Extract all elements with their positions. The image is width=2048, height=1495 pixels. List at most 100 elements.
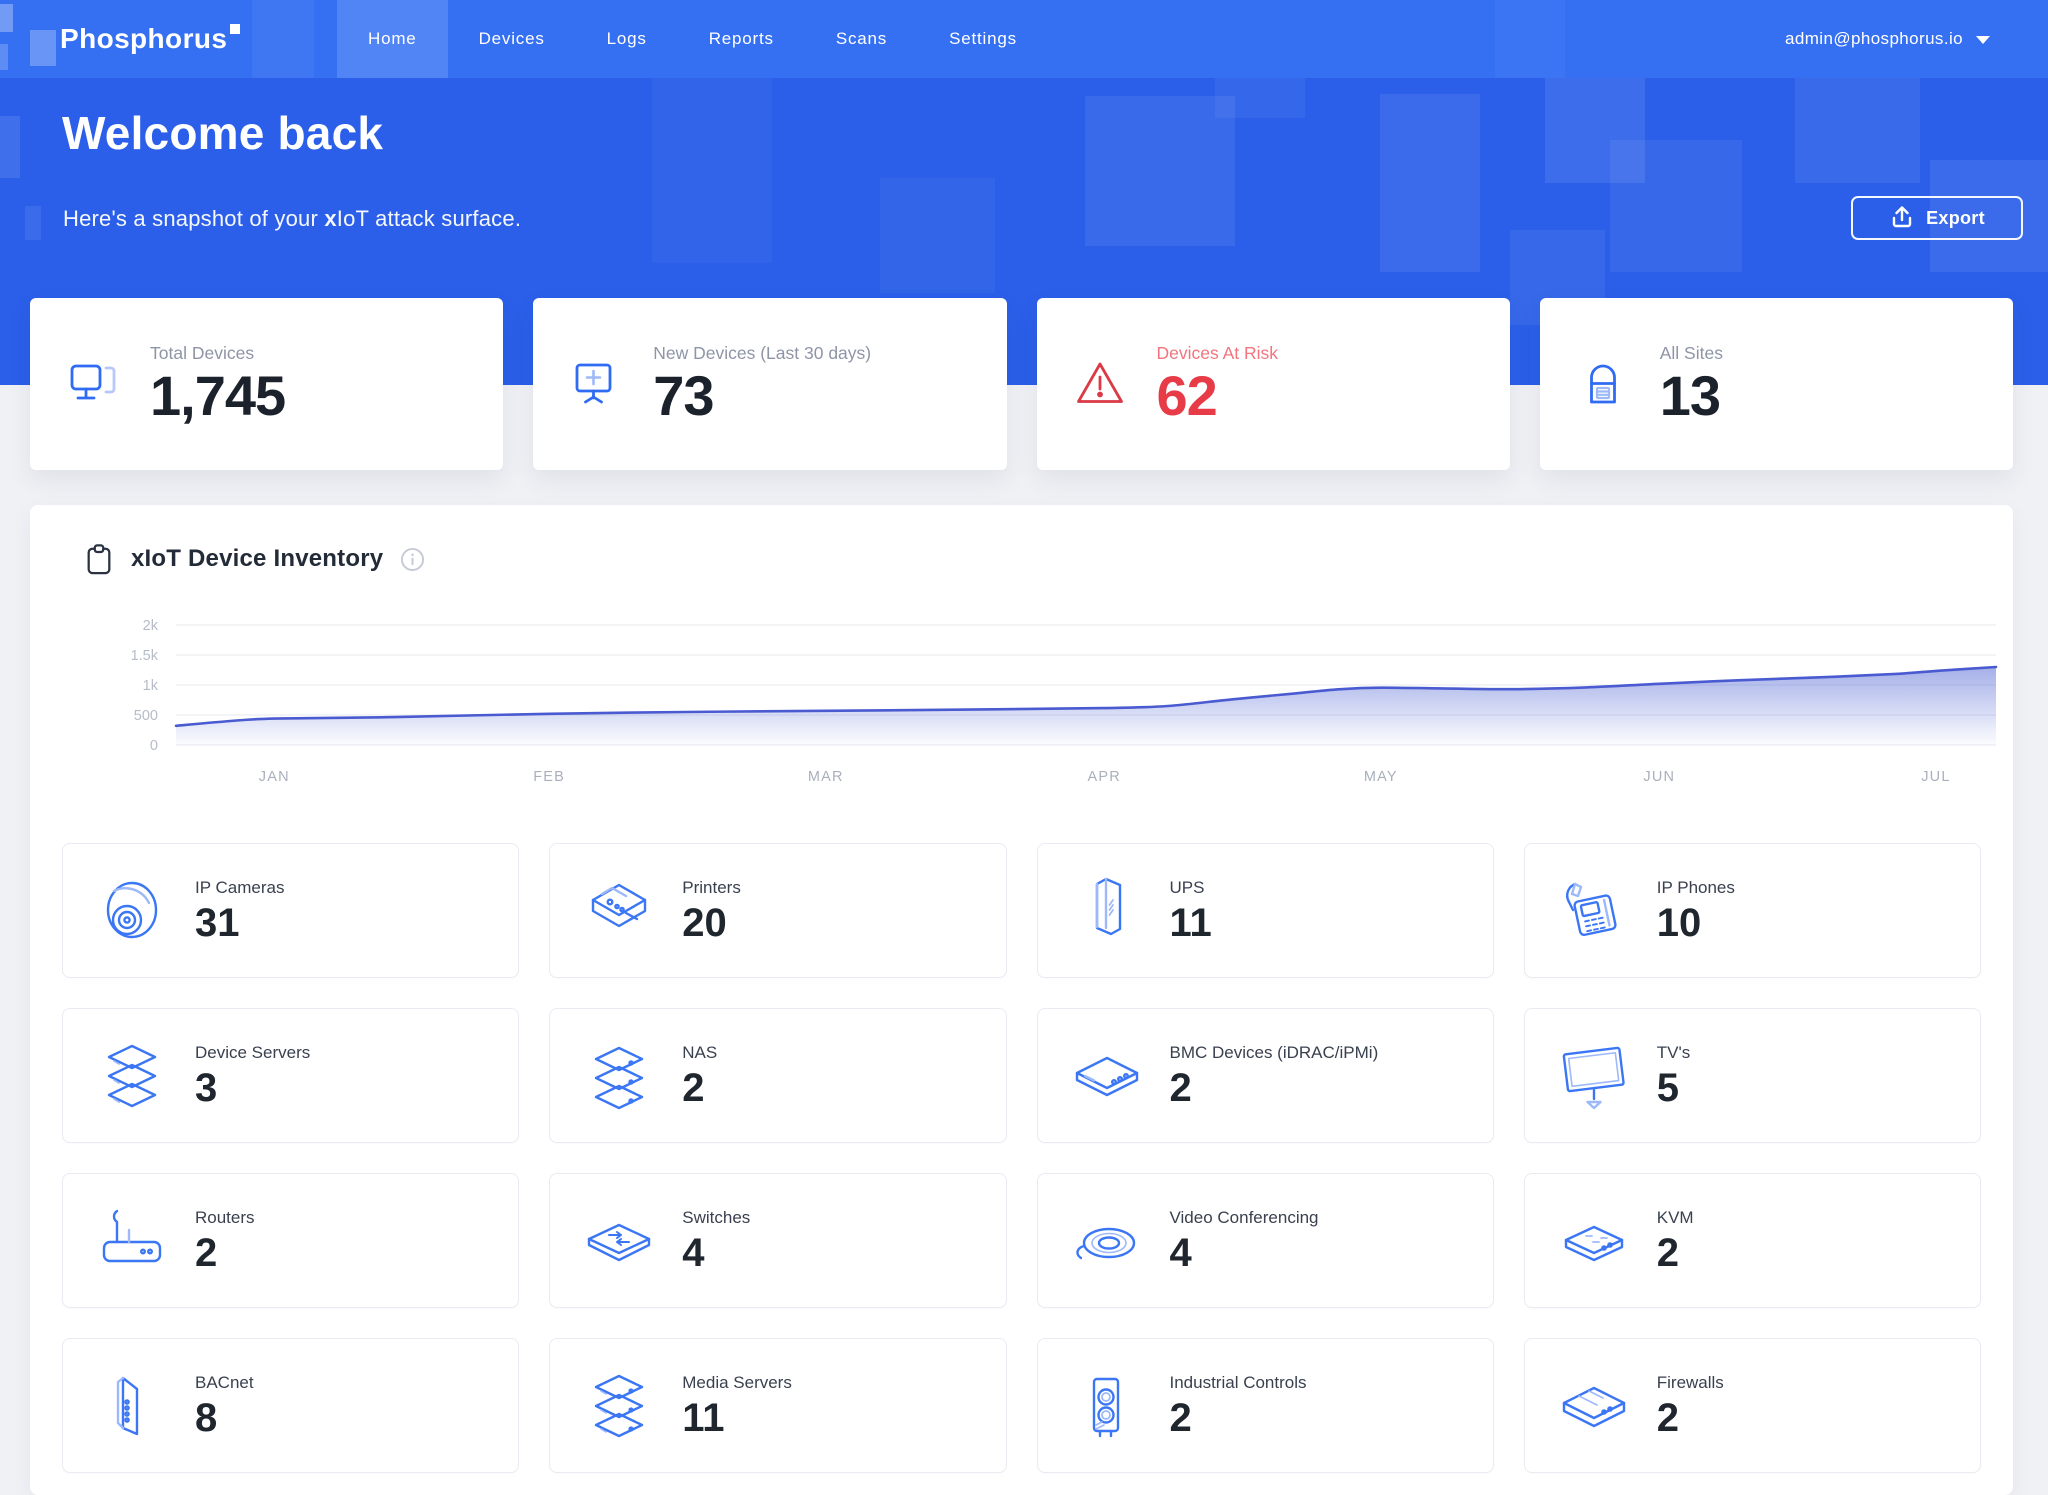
export-button-label: Export xyxy=(1926,208,1985,229)
device-label: IP Phones xyxy=(1657,878,1735,898)
chevron-down-icon xyxy=(1976,36,1990,44)
stat-card-all-sites[interactable]: All Sites 13 xyxy=(1540,298,2013,470)
svg-text:0: 0 xyxy=(150,738,158,754)
stat-value: 73 xyxy=(653,367,871,425)
svg-text:JUN: JUN xyxy=(1643,769,1675,785)
nav-item-devices[interactable]: Devices xyxy=(448,0,576,78)
device-card-routers[interactable]: Routers 2 xyxy=(62,1173,519,1308)
device-card-kvm[interactable]: KVM 2 xyxy=(1524,1173,1981,1308)
device-count: 4 xyxy=(682,1233,750,1273)
device-category-grid: IP Cameras 31 Printers 20 UPS 11 IP Phon… xyxy=(62,843,1981,1473)
nav-item-reports[interactable]: Reports xyxy=(678,0,805,78)
device-card-printers[interactable]: Printers 20 xyxy=(549,843,1006,978)
nav-item-home[interactable]: Home xyxy=(337,0,448,78)
user-menu[interactable]: admin@phosphorus.io xyxy=(1785,0,1990,78)
info-icon[interactable] xyxy=(400,547,425,572)
stat-card-new-devices-last-30-days[interactable]: New Devices (Last 30 days) 73 xyxy=(533,298,1006,470)
device-label: BACnet xyxy=(195,1373,254,1393)
media-server-icon xyxy=(576,1366,662,1446)
upload-icon xyxy=(1889,204,1915,230)
nav-item-logs[interactable]: Logs xyxy=(576,0,678,78)
stat-value: 62 xyxy=(1157,367,1279,425)
alert-triangle-icon xyxy=(1069,356,1131,412)
router-icon xyxy=(89,1201,175,1281)
device-label: Media Servers xyxy=(682,1373,792,1393)
stats-row: Total Devices 1,745 New Devices (Last 30… xyxy=(30,298,2013,470)
device-count: 2 xyxy=(1170,1398,1307,1438)
svg-text:MAR: MAR xyxy=(808,769,844,785)
printer-icon xyxy=(576,871,662,951)
inventory-panel-header: xIoT Device Inventory xyxy=(84,543,425,575)
device-count: 11 xyxy=(1170,903,1212,943)
device-card-bacnet[interactable]: BACnet 8 xyxy=(62,1338,519,1473)
device-card-switches[interactable]: Switches 4 xyxy=(549,1173,1006,1308)
device-card-tv-s[interactable]: TV's 5 xyxy=(1524,1008,1981,1143)
device-label: Routers xyxy=(195,1208,255,1228)
device-count: 10 xyxy=(1657,903,1735,943)
page-title: Welcome back xyxy=(62,106,383,160)
top-nav: Phosphorus HomeDevicesLogsReportsScansSe… xyxy=(0,0,2048,78)
user-email: admin@phosphorus.io xyxy=(1785,29,1963,49)
total-devices-icon xyxy=(62,356,124,412)
device-label: UPS xyxy=(1170,878,1212,898)
bmc-icon xyxy=(1064,1036,1150,1116)
stat-card-total-devices[interactable]: Total Devices 1,745 xyxy=(30,298,503,470)
nav-item-scans[interactable]: Scans xyxy=(805,0,918,78)
svg-text:JAN: JAN xyxy=(259,769,290,785)
stat-card-devices-at-risk[interactable]: Devices At Risk 62 xyxy=(1037,298,1510,470)
brand-name: Phosphorus xyxy=(60,23,227,55)
device-count: 8 xyxy=(195,1398,254,1438)
device-card-ups[interactable]: UPS 11 xyxy=(1037,843,1494,978)
device-count: 31 xyxy=(195,903,284,943)
stat-value: 13 xyxy=(1660,367,1723,425)
page-subtitle: Here's a snapshot of your xIoT attack su… xyxy=(63,206,521,232)
stat-label: Devices At Risk xyxy=(1157,343,1279,364)
device-inventory-chart: 05001k1.5k2kJANFEBMARAPRMAYJUNJUL xyxy=(88,613,2008,791)
svg-text:1.5k: 1.5k xyxy=(131,648,159,664)
panel-title: xIoT Device Inventory xyxy=(131,545,383,573)
device-card-industrial-controls[interactable]: Industrial Controls 2 xyxy=(1037,1338,1494,1473)
device-count: 2 xyxy=(682,1068,717,1108)
device-label: Device Servers xyxy=(195,1043,310,1063)
svg-text:1k: 1k xyxy=(143,678,159,694)
svg-text:MAY: MAY xyxy=(1364,769,1398,785)
switch-icon xyxy=(576,1201,662,1281)
device-label: Industrial Controls xyxy=(1170,1373,1307,1393)
device-label: NAS xyxy=(682,1043,717,1063)
brand-logo[interactable]: Phosphorus xyxy=(60,0,240,78)
device-card-media-servers[interactable]: Media Servers 11 xyxy=(549,1338,1006,1473)
device-label: KVM xyxy=(1657,1208,1694,1228)
device-card-ip-phones[interactable]: IP Phones 10 xyxy=(1524,843,1981,978)
ups-icon xyxy=(1064,871,1150,951)
svg-text:JUL: JUL xyxy=(1921,769,1950,785)
tv-icon xyxy=(1551,1036,1637,1116)
device-count: 11 xyxy=(682,1398,792,1438)
device-label: Video Conferencing xyxy=(1170,1208,1319,1228)
device-card-device-servers[interactable]: Device Servers 3 xyxy=(62,1008,519,1143)
device-card-video-conferencing[interactable]: Video Conferencing 4 xyxy=(1037,1173,1494,1308)
stat-label: All Sites xyxy=(1660,343,1723,364)
device-label: Firewalls xyxy=(1657,1373,1724,1393)
nav-item-settings[interactable]: Settings xyxy=(918,0,1048,78)
device-count: 2 xyxy=(1657,1398,1724,1438)
device-count: 20 xyxy=(682,903,741,943)
stat-label: Total Devices xyxy=(150,343,285,364)
nav-menu: HomeDevicesLogsReportsScansSettings xyxy=(337,0,1048,78)
clipboard-icon xyxy=(84,543,114,575)
device-count: 5 xyxy=(1657,1068,1690,1108)
device-card-firewalls[interactable]: Firewalls 2 xyxy=(1524,1338,1981,1473)
export-button[interactable]: Export xyxy=(1851,196,2023,240)
svg-text:500: 500 xyxy=(134,708,158,724)
inventory-panel: xIoT Device Inventory 05001k1.5k2kJANFEB… xyxy=(30,505,2013,1495)
device-label: IP Cameras xyxy=(195,878,284,898)
stat-label: New Devices (Last 30 days) xyxy=(653,343,871,364)
device-card-ip-cameras[interactable]: IP Cameras 31 xyxy=(62,843,519,978)
device-count: 4 xyxy=(1170,1233,1319,1273)
device-count: 2 xyxy=(1170,1068,1379,1108)
device-count: 2 xyxy=(1657,1233,1694,1273)
new-devices-icon xyxy=(565,356,627,412)
device-card-nas[interactable]: NAS 2 xyxy=(549,1008,1006,1143)
device-card-bmc-devices-idrac-ipmi[interactable]: BMC Devices (iDRAC/iPMi) 2 xyxy=(1037,1008,1494,1143)
svg-text:FEB: FEB xyxy=(533,769,565,785)
kvm-icon xyxy=(1551,1201,1637,1281)
